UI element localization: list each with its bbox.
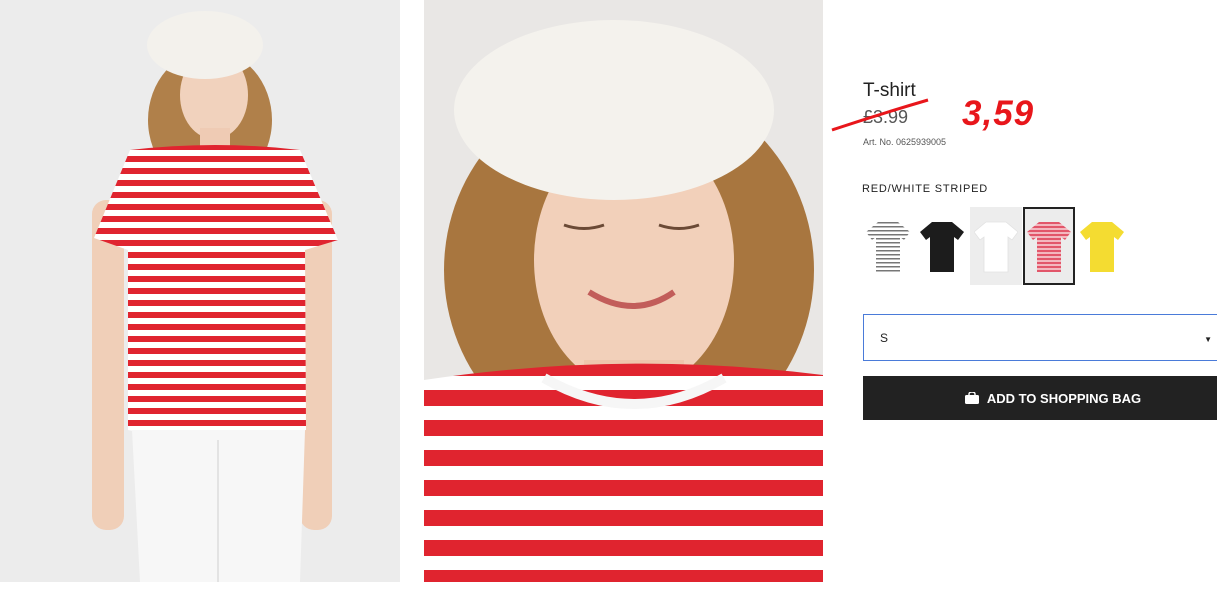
caret-down-icon: ▼ [1204,335,1212,344]
add-to-bag-label: ADD TO SHOPPING BAG [986,390,1142,406]
tshirt-icon [866,222,910,272]
swatch-black[interactable] [916,207,968,285]
tshirt-icon [1027,222,1071,272]
product-title: T-shirt [863,80,916,101]
swatch-white[interactable] [970,207,1022,285]
swatch-grey-striped[interactable] [862,207,914,285]
old-price: £3.99 [863,107,909,127]
size-select[interactable]: S ▼ [863,314,1217,361]
swatch-yellow[interactable] [1076,207,1128,285]
add-to-shopping-bag-button[interactable]: ADD TO SHOPPING BAG [863,376,1217,420]
shopping-bag-icon [964,392,979,404]
size-select-value: S [880,330,889,345]
tshirt-icon [974,221,1018,273]
tshirt-icon [1080,222,1124,272]
new-price: 3,59 [962,94,1035,133]
color-name: RED/WHITE STRIPED [862,183,989,195]
article-number: Art. No. 0625939005 [863,137,947,147]
product-image-closeup[interactable] [424,0,823,582]
tshirt-icon [920,222,964,272]
swatch-red-white-striped[interactable] [1023,207,1075,285]
product-image-full[interactable] [0,0,400,582]
